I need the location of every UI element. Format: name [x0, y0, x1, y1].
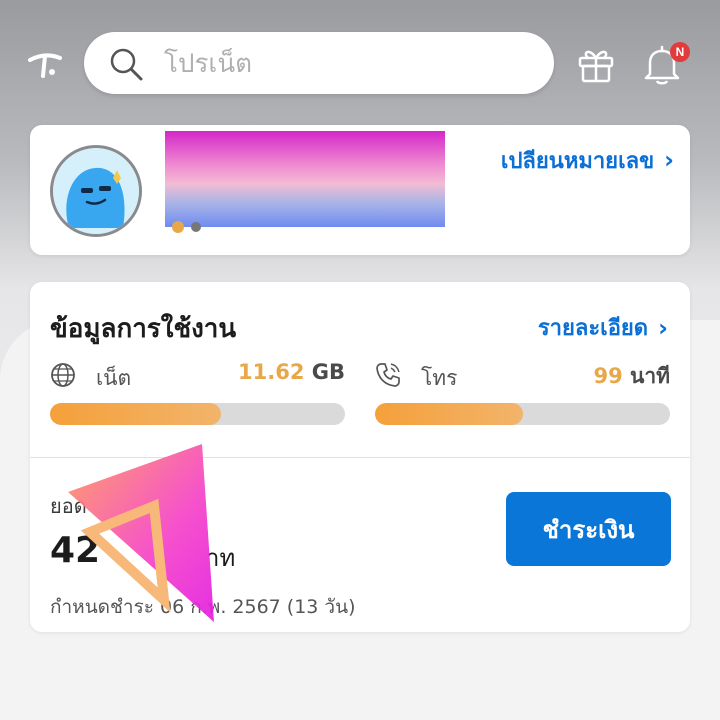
details-label: รายละเอียด	[537, 316, 649, 341]
globe-icon	[51, 363, 75, 387]
redacted-phone-number	[165, 131, 445, 227]
call-usage-stat: โทร 99 นาที	[375, 360, 670, 390]
overlay-triangle-graphic	[68, 444, 214, 622]
phone-icon	[376, 363, 400, 387]
data-amount: 11.62	[238, 360, 305, 384]
mascot-avatar-icon[interactable]	[50, 145, 142, 237]
call-progress-fill	[375, 403, 523, 425]
data-progress-bar	[50, 403, 345, 425]
search-icon	[110, 48, 143, 81]
change-number-label: เปลียนหมายเลข	[500, 148, 655, 174]
details-link[interactable]: รายละเอียด ›	[538, 310, 668, 345]
change-number-link[interactable]: เปลียนหมายเลข ›	[462, 145, 674, 175]
gift-icon[interactable]	[576, 44, 616, 84]
call-unit: นาที	[630, 364, 670, 388]
chevron-right-icon: ›	[664, 146, 674, 174]
profile-card: เปลียนหมายเลข ›	[30, 125, 690, 255]
mascot-illustration	[53, 148, 139, 234]
usage-title: ข้อมูลการใช้งาน	[50, 314, 237, 344]
chevron-right-icon: ›	[658, 313, 668, 342]
search-input[interactable]	[162, 42, 526, 86]
pay-button[interactable]: ชำระเงิน	[506, 492, 671, 566]
call-progress-bar	[375, 403, 670, 425]
data-value: 11.62 GB	[238, 360, 345, 384]
notification-button[interactable]: N	[642, 42, 690, 88]
data-usage-stat: เน็ต 11.62 GB	[50, 360, 345, 390]
call-label: โทร	[421, 366, 458, 390]
data-unit: GB	[311, 360, 345, 384]
data-label: เน็ต	[96, 366, 132, 390]
search-bar[interactable]	[84, 32, 554, 94]
call-value: 99 นาที	[593, 360, 670, 393]
dtac-logo-icon[interactable]	[28, 46, 62, 80]
call-amount: 99	[593, 364, 623, 388]
notification-badge: N	[670, 42, 690, 62]
status-icons	[172, 221, 201, 233]
data-progress-fill	[50, 403, 222, 425]
